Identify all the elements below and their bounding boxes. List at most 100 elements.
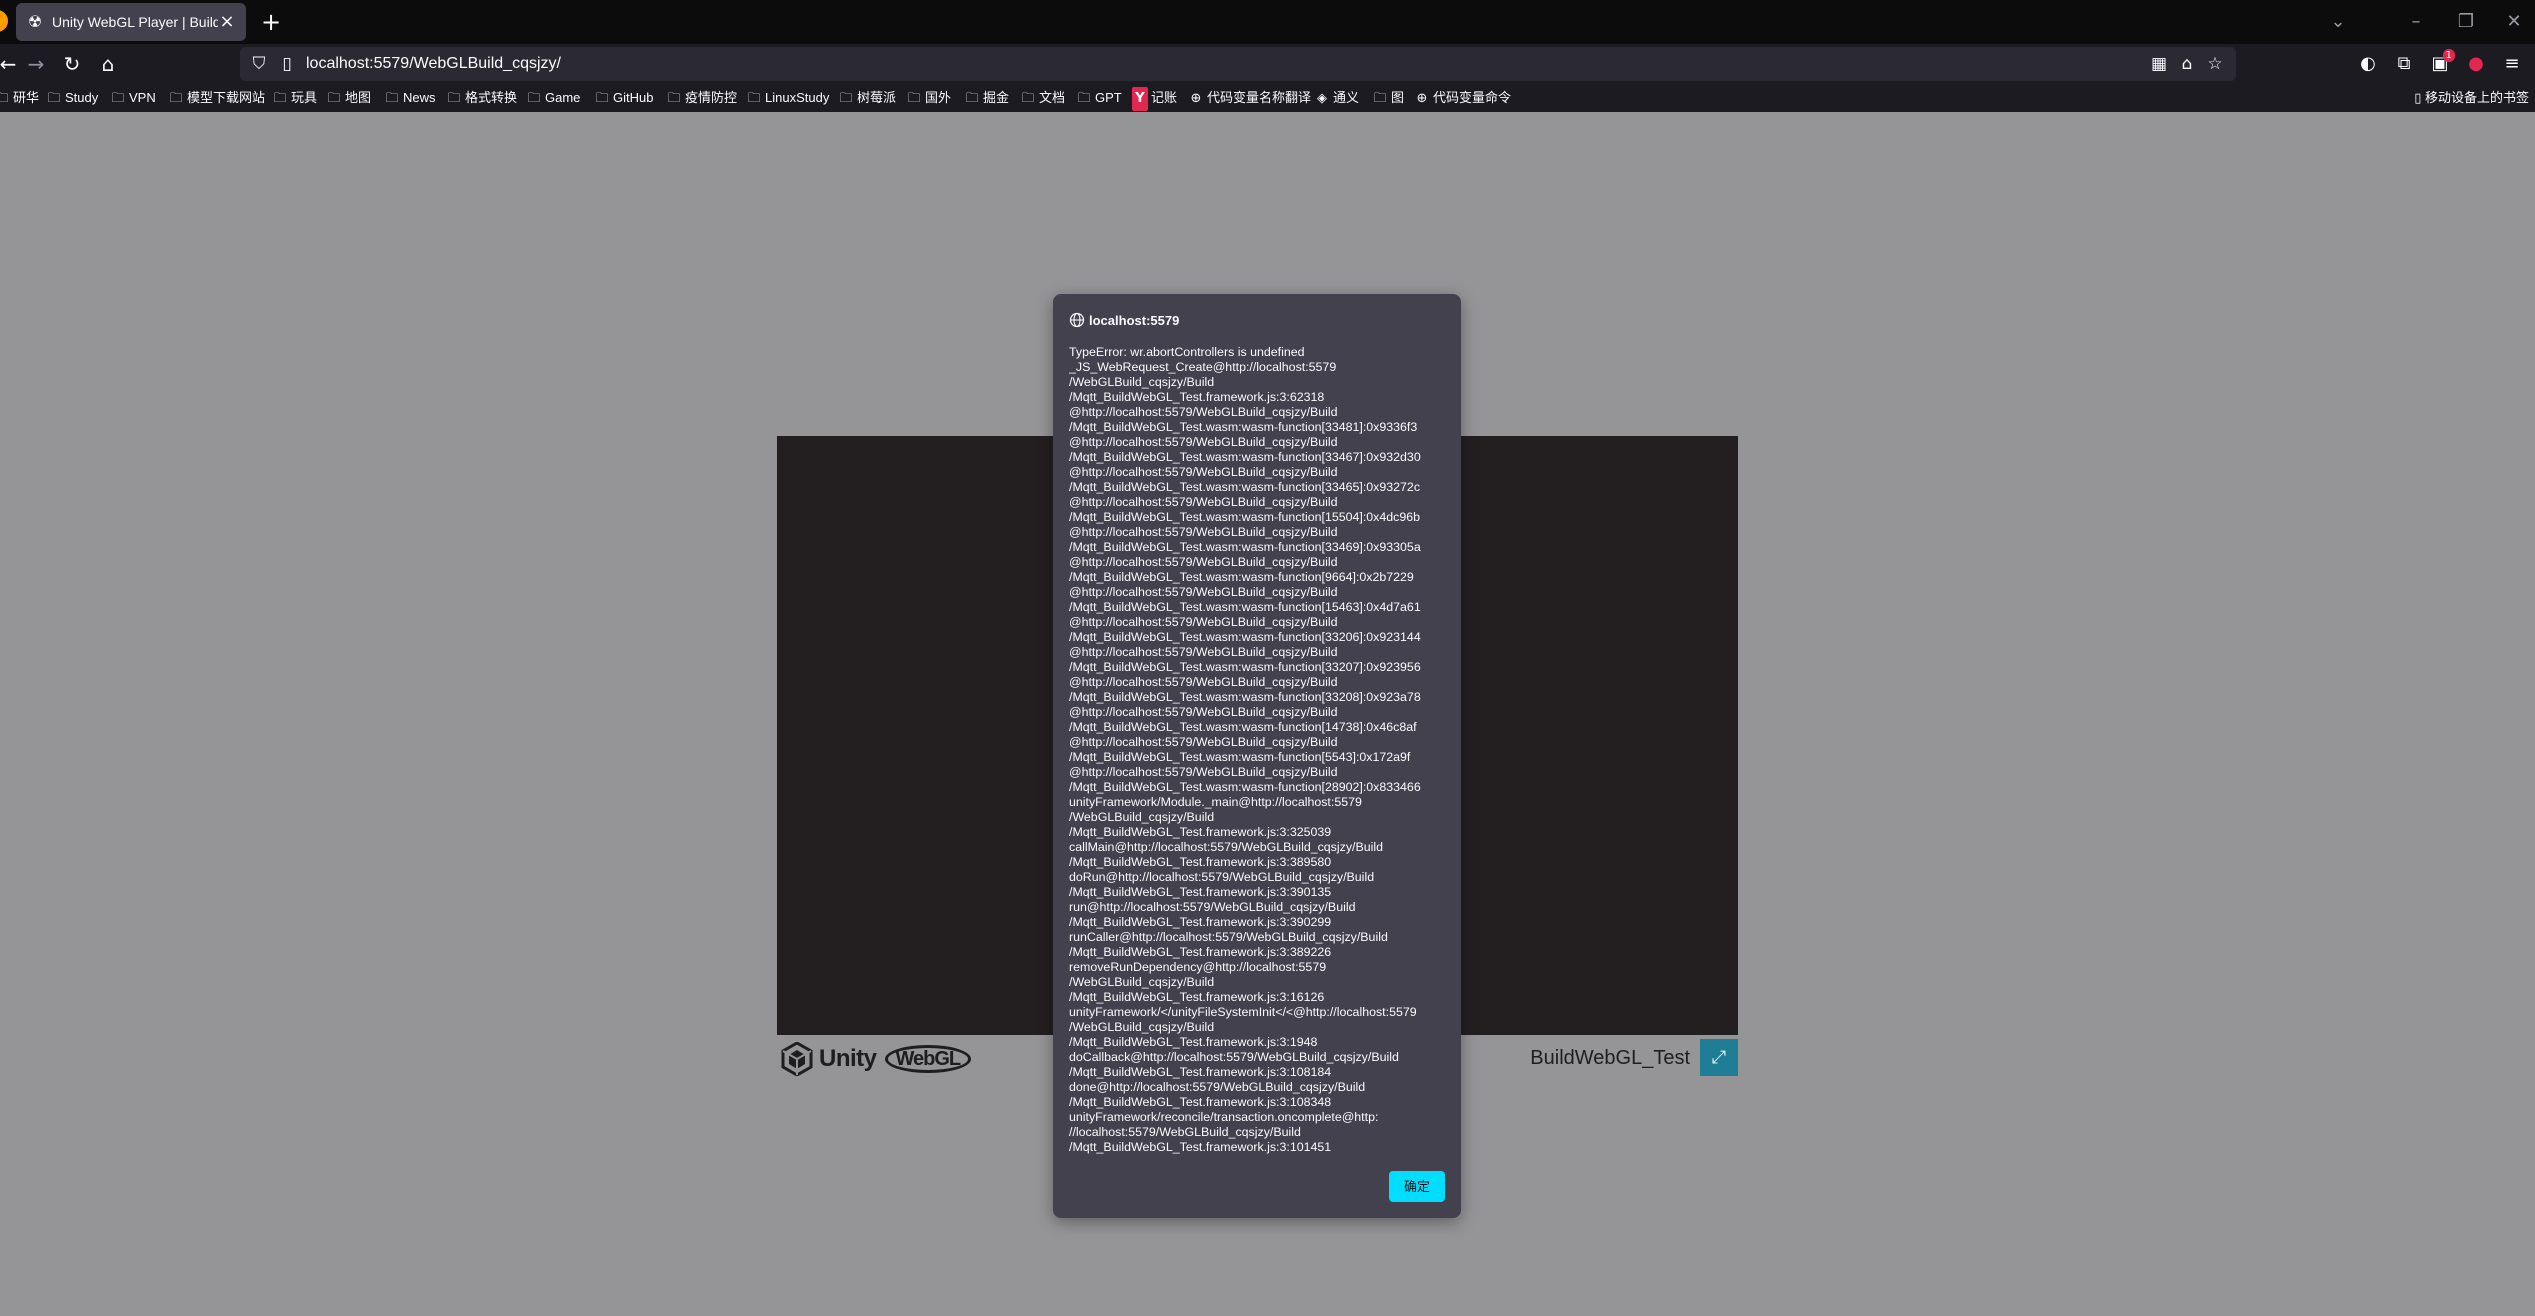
bookmarks-toolbar: 🗀 研华 🗀 Study 🗀 VPN 🗀 模型下载网站 🗀 玩具 🗀 地图 🗀 News 🗀 格式转换 🗀 Gam… xyxy=(0,86,2535,111)
folder-icon: 🗀 xyxy=(0,91,9,106)
tracking-protection-shield-icon[interactable]: ⛉ xyxy=(246,47,272,81)
bookmark-label: 研华 xyxy=(13,90,40,105)
bookmark-12[interactable]: 🗀 树莓派 xyxy=(838,86,896,110)
bookmark-7[interactable]: 🗀 格式转换 xyxy=(446,86,517,110)
adblock-extension-icon[interactable]: ● xyxy=(2460,48,2492,80)
bookmark-label: 代码变量命令 xyxy=(1433,90,1512,105)
bookmark-4[interactable]: 🗀 玩具 xyxy=(272,86,317,110)
extension-home-icon[interactable]: ⌂ xyxy=(2174,47,2200,81)
folder-icon: 🗀 xyxy=(1077,91,1091,106)
url-bar[interactable]: ⛉ ▯ localhost:5579/WebGLBuild_cqsjzy/ ▦ … xyxy=(240,47,2236,81)
bookmark-label: Study xyxy=(65,90,99,105)
bookmark-label: 树莓派 xyxy=(857,90,897,105)
tab-title: Unity WebGL Player | BuildWebGL_Test xyxy=(52,14,218,30)
unity-cube-icon xyxy=(781,1042,813,1076)
alert-dialog: localhost:5579 TypeError: wr.abortContro… xyxy=(1053,294,1461,1218)
bookmark-3[interactable]: 🗀 模型下载网站 xyxy=(168,86,265,110)
folder-icon: 🗀 xyxy=(273,91,287,106)
bookmark-14[interactable]: 🗀 掘金 xyxy=(964,86,1009,110)
list-all-tabs-button[interactable]: ⌄ xyxy=(2320,6,2356,38)
folder-icon: 🗀 xyxy=(965,91,979,106)
folder-icon: 🗀 xyxy=(447,91,461,106)
bookmark-19[interactable]: ◈ 通义 xyxy=(1314,86,1359,110)
globe-icon xyxy=(1069,312,1085,328)
bookmark-label: 地图 xyxy=(345,90,372,105)
menu-icon[interactable]: ≡ xyxy=(2496,48,2528,80)
dialog-title: localhost:5579 xyxy=(1089,312,1180,328)
bookmark-label: 代码变量名称翻译 xyxy=(1207,90,1312,105)
bookmark-label: Game xyxy=(545,90,581,105)
ok-button[interactable]: 确定 xyxy=(1389,1171,1445,1202)
new-tab-button[interactable]: + xyxy=(256,7,286,37)
tab-unity-webgl-player[interactable]: ☢ Unity WebGL Player | BuildWebGL_Test × xyxy=(16,3,246,41)
bookmark-1[interactable]: 🗀 Study xyxy=(46,86,98,110)
unity-icon: ☢ xyxy=(27,12,43,31)
dialog-message: TypeError: wr.abortControllers is undefi… xyxy=(1069,345,1421,1154)
home-button[interactable]: ⌂ xyxy=(92,48,124,80)
restore-icon[interactable]: ❐ xyxy=(2448,6,2484,38)
bookmark-8[interactable]: 🗀 Game xyxy=(526,86,580,110)
bookmark-label: GitHub xyxy=(613,90,654,105)
bookmark-16[interactable]: 🗀 GPT xyxy=(1076,86,1122,110)
mobile-bookmarks-folder[interactable]: ▯ 移动设备上的书签 xyxy=(2414,86,2529,110)
bookmark-label: 通义 xyxy=(1333,90,1360,105)
unity-webgl-logo: Unity WebGL xyxy=(781,1042,972,1076)
close-tab-icon[interactable]: × xyxy=(218,13,236,31)
bookmark-5[interactable]: 🗀 地图 xyxy=(326,86,371,110)
bookmark-20[interactable]: 🗀 图 xyxy=(1372,86,1404,110)
bookmark-label: GPT xyxy=(1095,90,1122,105)
bookmark-13[interactable]: 🗀 国外 xyxy=(906,86,951,110)
extensions-puzzle-icon[interactable]: ⧉ xyxy=(2388,48,2420,80)
folder-icon: 🗀 xyxy=(747,91,761,106)
folder-icon: 🗀 xyxy=(111,91,125,106)
y-icon: Y xyxy=(1132,87,1148,111)
bookmark-15[interactable]: 🗀 文档 xyxy=(1020,86,1065,110)
fullscreen-button[interactable]: ⤢ xyxy=(1700,1039,1738,1076)
account-icon[interactable]: ◐ xyxy=(2352,48,2384,80)
folder-icon: 🗀 xyxy=(47,91,61,106)
bookmark-label: 记账 xyxy=(1151,90,1178,105)
folder-icon: 🗀 xyxy=(907,91,921,106)
bookmark-label: News xyxy=(403,90,436,105)
bookmark-label: 图 xyxy=(1391,90,1405,105)
folder-icon: 🗀 xyxy=(839,91,853,106)
folder-icon: 🗀 xyxy=(1021,91,1035,106)
page-info-icon[interactable]: ▯ xyxy=(274,47,300,81)
folder-icon: 🗀 xyxy=(1373,91,1387,106)
bookmark-label: 玩具 xyxy=(291,90,318,105)
bookmark-label: 格式转换 xyxy=(465,90,518,105)
forward-button[interactable]: → xyxy=(20,48,52,80)
folder-icon: 🗀 xyxy=(595,91,609,106)
url-input[interactable]: localhost:5579/WebGLBuild_cqsjzy/ xyxy=(306,47,2106,81)
bookmark-label: LinuxStudy xyxy=(765,90,830,105)
bookmark-6[interactable]: 🗀 News xyxy=(384,86,436,110)
reload-button[interactable]: ↻ xyxy=(56,48,88,80)
mobile-device-icon: ▯ xyxy=(2414,91,2422,106)
bookmark-11[interactable]: 🗀 LinuxStudy xyxy=(746,86,829,110)
qr-code-icon[interactable]: ▦ xyxy=(2146,47,2172,81)
bookmark-17[interactable]: Y 记账 xyxy=(1132,86,1178,111)
webgl-wordmark: WebGL xyxy=(884,1045,972,1073)
bookmark-10[interactable]: 🗀 疫情防控 xyxy=(666,86,737,110)
bookmark-label: 国外 xyxy=(925,90,952,105)
navigation-toolbar: ← → ↻ ⌂ ⛉ ▯ localhost:5579/WebGLBuild_cq… xyxy=(0,44,2535,84)
firefox-view-icon[interactable] xyxy=(0,10,8,32)
browser-chrome: ☢ Unity WebGL Player | BuildWebGL_Test ×… xyxy=(0,0,2535,112)
window-close-icon[interactable]: ✕ xyxy=(2496,6,2532,38)
folder-icon: 🗀 xyxy=(385,91,399,106)
bookmark-2[interactable]: 🗀 VPN xyxy=(110,86,155,110)
folder-icon: 🗀 xyxy=(527,91,541,106)
folder-icon: 🗀 xyxy=(169,91,183,106)
globe-icon: ⊕ xyxy=(1416,91,1428,106)
build-title: BuildWebGL_Test xyxy=(1530,1047,1690,1069)
bookmark-label: 掘金 xyxy=(983,90,1010,105)
bookmark-0[interactable]: 🗀 研华 xyxy=(0,86,39,110)
bookmark-18[interactable]: ⊕ 代码变量名称翻译 xyxy=(1188,86,1311,110)
bookmark-star-icon[interactable]: ☆ xyxy=(2202,47,2228,81)
bookmark-label: 文档 xyxy=(1039,90,1066,105)
bookmark-21[interactable]: ⊕ 代码变量命令 xyxy=(1414,86,1511,110)
notification-extension-icon[interactable]: ▣ 1 xyxy=(2424,48,2456,80)
bookmark-9[interactable]: 🗀 GitHub xyxy=(594,86,653,110)
bookmark-label: 模型下载网站 xyxy=(187,90,266,105)
minimize-icon[interactable]: – xyxy=(2398,6,2434,38)
